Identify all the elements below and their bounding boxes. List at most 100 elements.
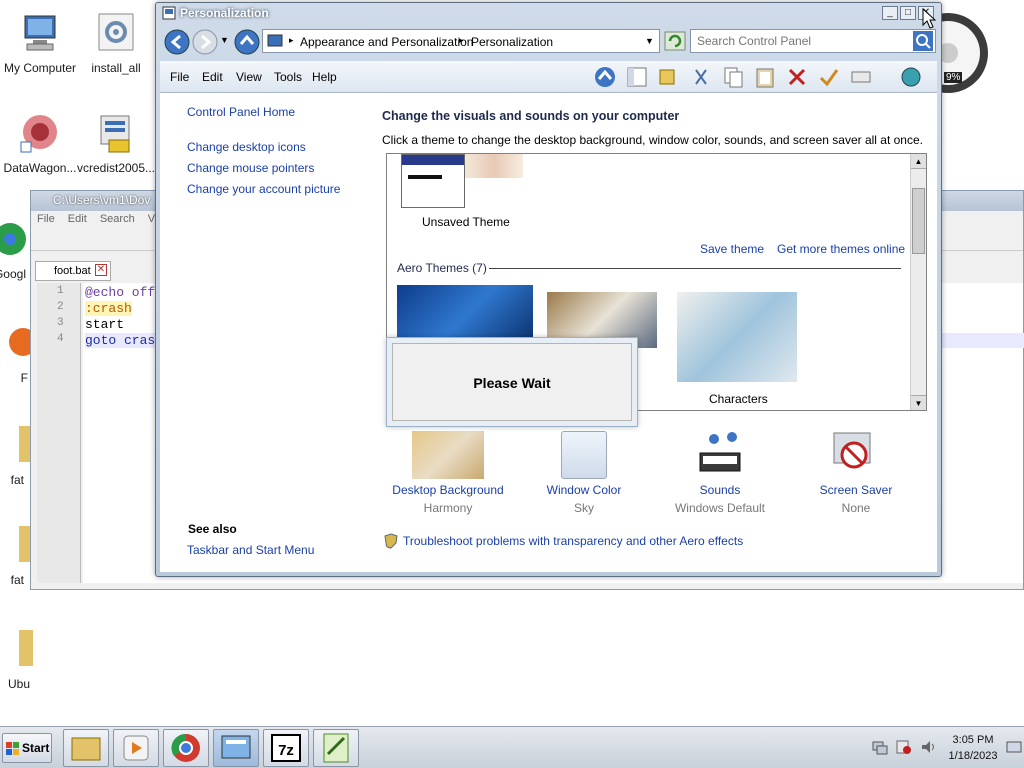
desktop-icon-vcredist[interactable]: vcredist2005... [76, 112, 156, 175]
cut-icon[interactable] [690, 66, 712, 88]
desktop-icon-datawagon[interactable]: DataWagon... [0, 112, 80, 175]
code-line: start [85, 317, 125, 332]
taskbar-start-menu-link[interactable]: Taskbar and Start Menu [187, 543, 314, 557]
network-icon[interactable] [872, 739, 888, 755]
search-field[interactable] [690, 29, 936, 53]
editor-menu-file[interactable]: File [37, 213, 55, 225]
personalization-window[interactable]: Personalization _ □ ✕ ▼ ▸ Appearance and… [155, 2, 942, 577]
volume-icon[interactable] [920, 739, 938, 755]
unsaved-theme-thumbnail[interactable] [401, 154, 525, 210]
menu-edit[interactable]: Edit [202, 70, 223, 84]
minimize-button[interactable]: _ [882, 6, 898, 20]
views-icon[interactable] [658, 66, 680, 88]
taskbar-media-player-button[interactable] [113, 729, 159, 767]
breadcrumb-personalization[interactable]: Personalization [471, 35, 553, 49]
settings-file-icon [98, 13, 134, 51]
code-line: :crash [85, 301, 132, 316]
screen-saver-icon[interactable] [830, 429, 880, 479]
save-theme-link[interactable]: Save theme [700, 242, 764, 256]
get-more-themes-link[interactable]: Get more themes online [777, 242, 905, 256]
clock-time[interactable]: 3:05 PM [938, 734, 1008, 746]
taskbar-notepadpp-button[interactable] [313, 729, 359, 767]
scroll-up-button[interactable]: ▲ [911, 154, 926, 169]
taskbar-chrome-button[interactable] [163, 729, 209, 767]
see-also-heading: See also [188, 522, 237, 536]
security-alert-icon[interactable] [896, 739, 912, 755]
desktop-icon-label: Ubu [7, 677, 30, 691]
address-dropdown-icon[interactable]: ▼ [645, 36, 654, 46]
desktop-icon-folder-ubu[interactable]: Ubu [0, 628, 52, 691]
sounds-link[interactable]: Sounds [660, 483, 780, 497]
search-icon[interactable] [913, 31, 933, 51]
desktop-background-link[interactable]: Desktop Background [388, 483, 508, 497]
taskbar-explorer-button[interactable] [63, 729, 109, 767]
theme-preview-window [401, 154, 465, 208]
delete-icon[interactable] [786, 66, 808, 88]
menu-help[interactable]: Help [312, 70, 337, 84]
sounds-icon[interactable] [696, 429, 746, 479]
desktop-background-swatch[interactable] [412, 431, 484, 479]
search-input[interactable] [693, 32, 905, 50]
breadcrumb-appearance[interactable]: Appearance and Personalization [300, 35, 473, 49]
control-panel-home-link[interactable]: Control Panel Home [187, 105, 295, 119]
screen-saver-value: None [841, 501, 871, 515]
properties-check-icon[interactable] [818, 66, 840, 88]
chevron-right-icon[interactable]: ▸ [459, 35, 464, 46]
windows-logo-icon [6, 742, 19, 755]
folder-icon [19, 630, 33, 666]
change-account-picture-link[interactable]: Change your account picture [187, 182, 340, 196]
change-mouse-pointers-link[interactable]: Change mouse pointers [187, 161, 314, 175]
screen-saver-link[interactable]: Screen Saver [796, 483, 916, 497]
copy-icon[interactable] [722, 66, 744, 88]
folders-pane-icon[interactable] [626, 66, 648, 88]
show-desktop-icon[interactable] [1006, 739, 1022, 755]
line-number: 3 [57, 317, 64, 329]
paste-icon[interactable] [754, 66, 776, 88]
up-arrow-icon[interactable] [234, 29, 260, 55]
unsaved-theme-label[interactable]: Unsaved Theme [422, 215, 510, 229]
shield-icon [384, 533, 398, 549]
maximize-button[interactable]: □ [900, 6, 916, 20]
desktop-icon-label: install_all [91, 61, 141, 75]
editor-tab[interactable]: foot.bat ✕ [35, 261, 111, 281]
characters-theme-label[interactable]: Characters [709, 392, 768, 406]
theme-list-scrollbar[interactable]: ▲ ▼ [910, 154, 926, 410]
chevron-right-icon[interactable]: ▸ [289, 35, 294, 46]
datawagon-icon [20, 115, 57, 153]
properties-icon[interactable] [850, 66, 872, 88]
mouse-cursor-icon [922, 8, 936, 29]
taskbar-7zip-button[interactable]: 7z [263, 729, 309, 767]
menu-file[interactable]: File [170, 70, 189, 84]
back-arrow-icon[interactable] [164, 29, 190, 55]
folder-icon [19, 426, 33, 462]
window-color-swatch[interactable] [561, 431, 607, 479]
recent-pages-dropdown[interactable]: ▼ [220, 35, 229, 45]
globe-icon[interactable] [900, 66, 922, 88]
window-title: Personalization [180, 6, 269, 20]
characters-theme-thumbnail[interactable] [677, 292, 797, 382]
forward-arrow-icon[interactable] [192, 29, 218, 55]
taskbar-control-panel-button[interactable] [213, 729, 259, 767]
start-button[interactable]: Start [2, 733, 52, 763]
scrollbar-thumb[interactable] [912, 188, 925, 254]
editor-menu-edit[interactable]: Edit [68, 213, 87, 225]
editor-menu-search[interactable]: Search [100, 213, 135, 225]
troubleshoot-link[interactable]: Troubleshoot problems with transparency … [403, 534, 743, 548]
window-color-link[interactable]: Window Color [524, 483, 644, 497]
taskbar: Start 7z 3:05 PM 1/18/2023 [0, 726, 1024, 768]
change-desktop-icons-link[interactable]: Change desktop icons [187, 140, 306, 154]
scroll-down-button[interactable]: ▼ [911, 395, 926, 410]
menu-tools[interactable]: Tools [274, 70, 302, 84]
window-color-value: Sky [573, 501, 594, 515]
menu-view[interactable]: View [236, 70, 262, 84]
close-icon[interactable]: ✕ [95, 264, 107, 276]
title-bar[interactable]: Personalization _ □ ✕ [156, 3, 941, 23]
refresh-icon[interactable] [664, 31, 686, 51]
please-wait-dialog: Please Wait [386, 337, 638, 427]
address-bar[interactable]: ▸ Appearance and Personalization ▸ Perso… [262, 29, 660, 53]
desktop-icon-install-all[interactable]: install_all [76, 12, 156, 75]
clock-date[interactable]: 1/18/2023 [938, 750, 1008, 762]
desktop-icon-my-computer[interactable]: My Computer [0, 12, 80, 75]
gadget-percent: 9% [944, 72, 963, 83]
up-folder-icon[interactable] [594, 66, 616, 88]
